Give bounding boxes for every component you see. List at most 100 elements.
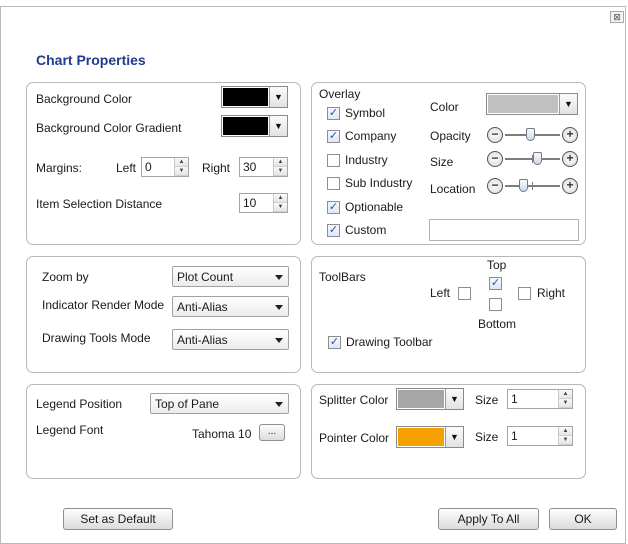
set-as-default-button[interactable]: Set as Default (63, 508, 173, 530)
spin-down-icon[interactable]: ▼ (274, 203, 287, 212)
drawing-tools-mode-label: Drawing Tools Mode (42, 331, 151, 345)
splitter-color-picker[interactable]: ▼ (396, 388, 464, 410)
chevron-down-icon[interactable]: ▼ (445, 389, 463, 409)
margin-right-stepper[interactable]: 30 ▲ ▼ (239, 157, 288, 177)
chevron-down-icon[interactable]: ▼ (559, 94, 577, 114)
drawing-toolbar-label: Drawing Toolbar (346, 335, 433, 349)
legend-font-label: Legend Font (36, 423, 104, 437)
overlay-industry-label: Industry (345, 153, 388, 167)
spin-up-icon[interactable]: ▲ (274, 194, 287, 203)
close-icon[interactable]: ⊠ (610, 11, 624, 23)
background-gradient-swatch (222, 116, 269, 136)
background-gradient-label: Background Color Gradient (36, 121, 182, 135)
pointer-size-value[interactable]: 1 (508, 427, 558, 445)
overlay-company-checkbox[interactable]: ✓ (327, 130, 340, 143)
overlay-opacity-label: Opacity (430, 129, 471, 143)
legend-font-browse-button[interactable]: ... (259, 424, 285, 441)
margin-right-label: Right (202, 161, 231, 175)
chevron-down-icon (275, 338, 283, 343)
zoom-by-select[interactable]: Plot Count (172, 266, 289, 287)
item-selection-value[interactable]: 10 (240, 194, 273, 212)
location-slider[interactable]: − + (487, 177, 578, 195)
toolbar-bottom-checkbox[interactable] (489, 298, 502, 311)
chevron-down-icon (275, 305, 283, 310)
spin-up-icon[interactable]: ▲ (274, 158, 287, 167)
splitter-size-value[interactable]: 1 (508, 390, 558, 408)
legend-font-value: Tahoma 10 (192, 427, 252, 441)
overlay-symbol-checkbox[interactable]: ✓ (327, 107, 340, 120)
plus-icon[interactable]: + (562, 178, 578, 194)
apply-to-all-button[interactable]: Apply To All (438, 508, 539, 530)
minus-icon[interactable]: − (487, 151, 503, 167)
pointer-size-label: Size (475, 430, 499, 444)
pointer-color-swatch (397, 427, 445, 447)
chevron-down-icon[interactable]: ▼ (445, 427, 463, 447)
background-color-label: Background Color (36, 92, 133, 106)
overlay-symbol-label: Symbol (345, 106, 386, 120)
opacity-slider-thumb[interactable] (525, 128, 535, 141)
toolbar-left-label: Left (430, 286, 451, 300)
toolbar-right-label: Right (537, 286, 566, 300)
pointer-color-picker[interactable]: ▼ (396, 426, 464, 448)
minus-icon[interactable]: − (487, 127, 503, 143)
background-gradient-picker[interactable]: ▼ (221, 115, 288, 137)
overlay-industry-checkbox[interactable] (327, 154, 340, 167)
overlay-company-label: Company (345, 129, 397, 143)
drawing-tools-mode-select[interactable]: Anti-Alias (172, 329, 289, 350)
spin-up-icon[interactable]: ▲ (175, 158, 188, 167)
toolbar-bottom-label: Bottom (478, 317, 517, 331)
overlay-color-picker[interactable]: ▼ (486, 93, 578, 115)
drawing-tools-mode-value: Anti-Alias (177, 333, 228, 347)
toolbar-right-checkbox[interactable] (518, 287, 531, 300)
spin-down-icon[interactable]: ▼ (274, 167, 287, 176)
location-slider-thumb[interactable] (518, 179, 528, 192)
overlay-custom-input[interactable] (429, 219, 579, 241)
legend-position-value: Top of Pane (155, 397, 220, 411)
spin-down-icon[interactable]: ▼ (175, 167, 188, 176)
plus-icon[interactable]: + (562, 127, 578, 143)
background-color-swatch (222, 87, 269, 107)
overlay-color-label: Color (430, 100, 459, 114)
chevron-down-icon[interactable]: ▼ (269, 87, 287, 107)
ok-button[interactable]: OK (549, 508, 617, 530)
drawing-toolbar-checkbox[interactable]: ✓ (328, 336, 341, 349)
overlay-subindustry-label: Sub Industry (345, 176, 413, 190)
overlay-title: Overlay (319, 87, 361, 101)
legend-position-label: Legend Position (36, 397, 123, 411)
chevron-down-icon[interactable]: ▼ (269, 116, 287, 136)
chevron-down-icon (275, 275, 283, 280)
splitter-color-swatch (397, 389, 445, 409)
splitter-size-stepper[interactable]: 1 ▲ ▼ (507, 389, 573, 409)
toolbar-left-checkbox[interactable] (458, 287, 471, 300)
overlay-custom-label: Custom (345, 223, 387, 237)
indicator-render-mode-value: Anti-Alias (177, 300, 228, 314)
margin-left-stepper[interactable]: 0 ▲ ▼ (141, 157, 189, 177)
chevron-down-icon (275, 402, 283, 407)
size-slider[interactable]: − + (487, 150, 578, 168)
margin-left-value[interactable]: 0 (142, 158, 174, 176)
plus-icon[interactable]: + (562, 151, 578, 167)
background-color-picker[interactable]: ▼ (221, 86, 288, 108)
toolbar-top-label: Top (487, 258, 507, 272)
overlay-size-label: Size (430, 155, 454, 169)
minus-icon[interactable]: − (487, 178, 503, 194)
margin-left-label: Left (116, 161, 137, 175)
spin-down-icon[interactable]: ▼ (559, 436, 572, 445)
zoom-by-label: Zoom by (42, 270, 89, 284)
overlay-optionable-checkbox[interactable]: ✓ (327, 201, 340, 214)
pointer-size-stepper[interactable]: 1 ▲ ▼ (507, 426, 573, 446)
spin-down-icon[interactable]: ▼ (559, 399, 572, 408)
spin-up-icon[interactable]: ▲ (559, 390, 572, 399)
legend-position-select[interactable]: Top of Pane (150, 393, 289, 414)
overlay-custom-checkbox[interactable]: ✓ (327, 224, 340, 237)
overlay-subindustry-checkbox[interactable] (327, 177, 340, 190)
indicator-render-mode-select[interactable]: Anti-Alias (172, 296, 289, 317)
toolbar-top-checkbox[interactable]: ✓ (489, 277, 502, 290)
size-slider-thumb[interactable] (532, 152, 542, 165)
opacity-slider[interactable]: − + (487, 126, 578, 144)
splitter-color-label: Splitter Color (319, 393, 389, 407)
spin-up-icon[interactable]: ▲ (559, 427, 572, 436)
item-selection-stepper[interactable]: 10 ▲ ▼ (239, 193, 288, 213)
indicator-render-mode-label: Indicator Render Mode (42, 298, 165, 312)
margin-right-value[interactable]: 30 (240, 158, 273, 176)
